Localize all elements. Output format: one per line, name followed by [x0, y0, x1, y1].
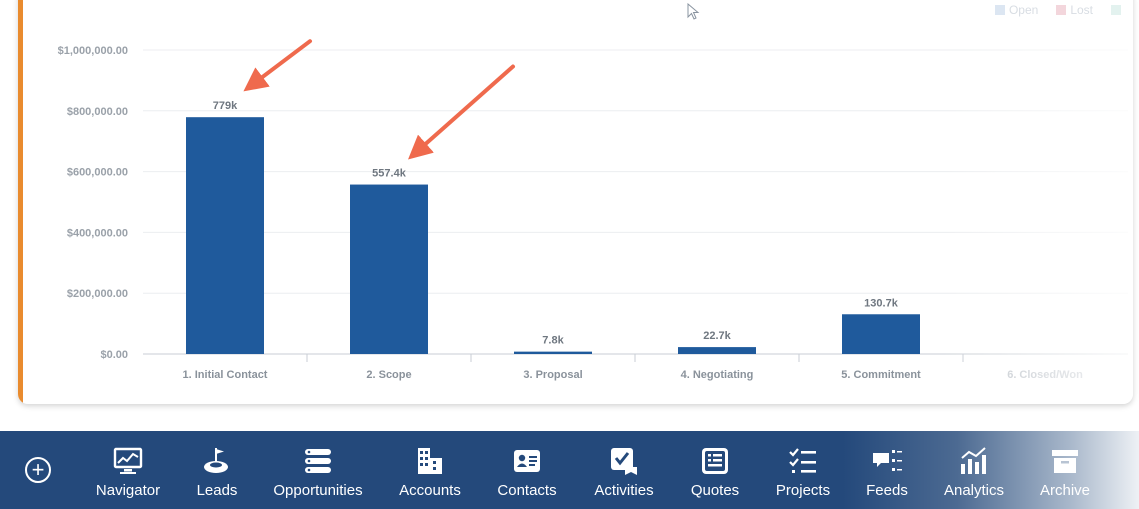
data-label: 130.7k: [864, 297, 899, 309]
opportunities-icon: [303, 446, 333, 476]
nav-item-opportunities[interactable]: Opportunities: [263, 431, 373, 509]
y-tick-label: $600,000.00: [67, 167, 128, 179]
accounts-icon: [415, 446, 445, 476]
nav-item-accounts[interactable]: Accounts: [375, 431, 485, 509]
annotation-arrow: [243, 39, 312, 92]
nav-label: Accounts: [399, 482, 461, 499]
activities-icon: [609, 446, 639, 476]
annotation-arrow: [408, 64, 515, 160]
annotation-arrows: [243, 39, 515, 160]
x-tick-label: 1. Initial Contact: [183, 369, 268, 381]
bar: [842, 314, 920, 354]
data-label: 22.7k: [703, 330, 731, 342]
bar: [350, 184, 428, 354]
contacts-icon: [512, 446, 542, 476]
legend-item-third[interactable]: [1111, 3, 1121, 17]
nav-label: Navigator: [95, 482, 161, 499]
grid-lines: [143, 49, 1128, 362]
legend-item-open[interactable]: Open: [994, 3, 1039, 17]
archive-icon: [1050, 446, 1080, 476]
nav-item-contacts[interactable]: Contacts: [472, 431, 582, 509]
bar-chart: $0.00 $200,000.00 $400,000.00 $600,000.00 $8…: [58, 39, 1128, 381]
data-label: 779k: [213, 100, 238, 112]
x-tick-label: 3. Proposal: [523, 369, 582, 381]
plus-circle-icon[interactable]: +: [25, 457, 51, 483]
quotes-icon: [700, 446, 730, 476]
bottom-nav-bar: + Navigator Leads Opportunities Accounts Con…: [0, 431, 1139, 509]
y-axis-ticks: $0.00 $200,000.00 $400,000.00 $600,000.00 $8…: [58, 45, 128, 361]
legend-swatch-open: [994, 5, 1005, 15]
nav-label: Analytics: [943, 482, 1005, 499]
bar: [186, 117, 264, 354]
nav-label: Opportunities: [273, 482, 363, 499]
legend-item-lost[interactable]: Lost: [1056, 3, 1093, 17]
data-label: 557.4k: [372, 168, 407, 180]
chart-card: Open Lost $0.00 $200,000.00 $400,000.00 $60…: [18, 0, 1133, 404]
chart-legend: Open Lost: [994, 3, 1121, 17]
nav-item-archive[interactable]: Archive: [1010, 431, 1120, 509]
bar: [678, 347, 756, 354]
legend-label-open: Open: [1008, 3, 1039, 17]
nav-label: Projects: [775, 482, 831, 499]
navigator-icon: [113, 446, 143, 476]
x-tick-label: 5. Commitment: [841, 369, 921, 381]
nav-label: Leads: [196, 482, 238, 499]
leads-icon: [202, 446, 232, 476]
nav-item-leads[interactable]: Leads: [162, 431, 272, 509]
y-tick-label: $200,000.00: [67, 288, 128, 300]
feeds-icon: [871, 446, 903, 476]
bar: [514, 351, 592, 354]
y-tick-label: $0.00: [100, 349, 128, 361]
nav-label: Activities: [594, 482, 654, 499]
legend-swatch-lost: [1056, 5, 1067, 15]
x-tick-label: 2. Scope: [366, 369, 411, 381]
y-tick-label: $1,000,000.00: [58, 45, 128, 57]
y-tick-label: $400,000.00: [67, 227, 128, 239]
legend-label-lost: Lost: [1070, 3, 1093, 17]
bars: [186, 117, 920, 354]
nav-label: Feeds: [866, 482, 908, 499]
projects-icon: [788, 446, 818, 476]
nav-label: Contacts: [497, 482, 557, 499]
nav-label: Archive: [1039, 482, 1091, 499]
x-tick-label: 4. Negotiating: [681, 369, 754, 381]
legend-swatch-third: [1111, 5, 1121, 15]
analytics-icon: [959, 446, 989, 476]
data-labels: 779k 557.4k 7.8k 22.7k 130.7k: [213, 100, 899, 346]
nav-label: Quotes: [690, 482, 740, 499]
data-label: 7.8k: [542, 335, 564, 347]
x-tick-label: 6. Closed/Won: [1007, 369, 1083, 381]
mouse-cursor-icon: [687, 3, 700, 20]
y-tick-label: $800,000.00: [67, 106, 128, 118]
x-axis-ticks: 1. Initial Contact 2. Scope 3. Proposal 4. …: [183, 369, 1084, 381]
